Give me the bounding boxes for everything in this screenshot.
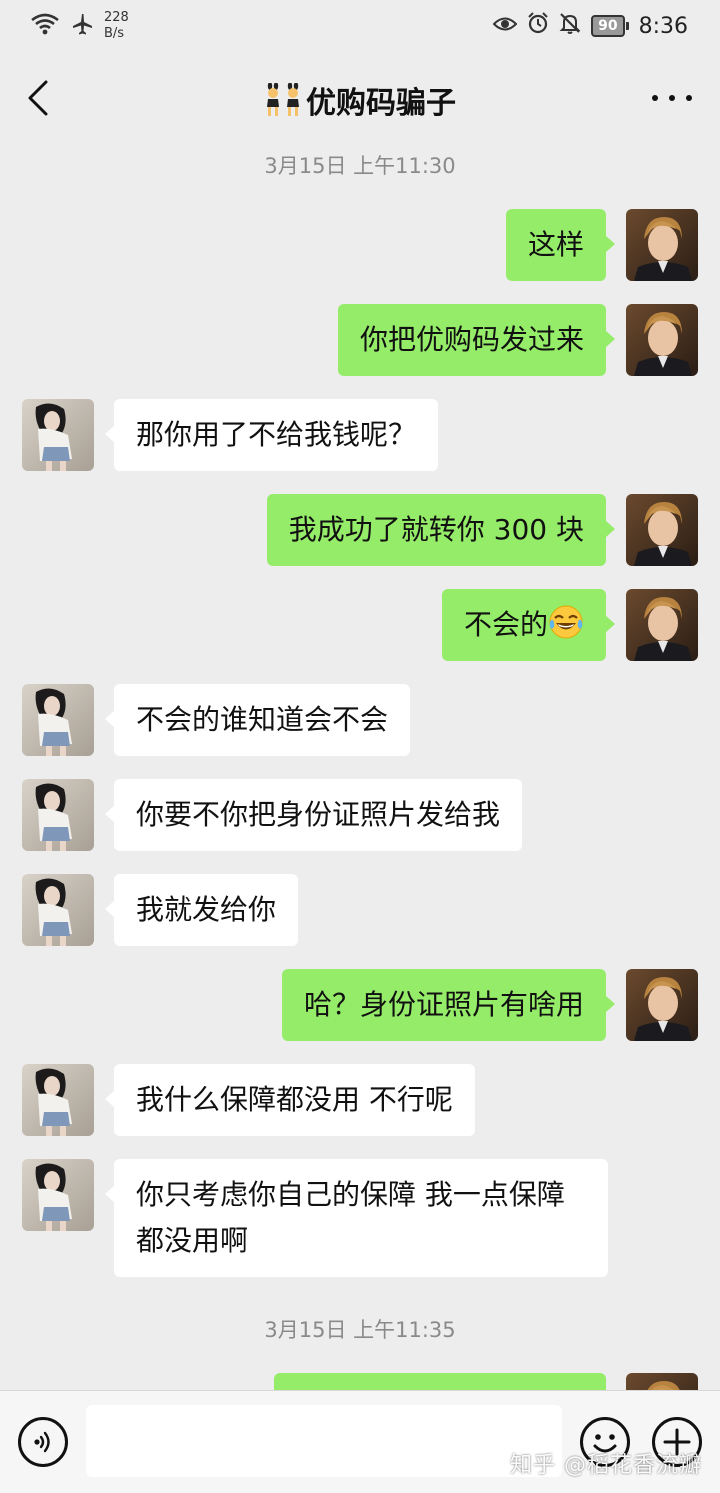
title-bar: 优购码骗子 [0,56,720,140]
my-message-bubble[interactable]: 我成功了就转你 300 块 [266,494,616,566]
contact-avatar[interactable] [22,684,94,756]
my-avatar[interactable] [626,1373,698,1390]
battery-icon: 90 [591,15,629,37]
message-text: 不会的 [463,608,548,641]
speed-value: 228 [104,10,129,25]
my-avatar[interactable] [626,589,698,661]
airplane-icon [70,12,94,40]
more-options-button[interactable] [652,86,692,110]
contact-message-bubble[interactable]: 你要不你把身份证照片发给我 [104,779,523,851]
contact-avatar[interactable] [22,399,94,471]
timestamp: 3月15日 上午11:30 [264,154,456,178]
chat-title-text: 优购码骗子 [306,86,456,121]
contact-avatar[interactable] [22,874,94,946]
status-left: 228 B/s [30,10,129,42]
tears-of-joy-emoji-icon [548,604,584,640]
contact-avatar[interactable] [22,779,94,851]
contact-message-bubble[interactable]: 那你用了不给我钱呢？ [104,399,439,471]
my-message-bubble[interactable]: 这样 [505,209,616,281]
my-message-bubble[interactable] [274,1373,606,1390]
eye-icon [492,14,518,39]
network-speed: 228 B/s [104,10,129,42]
contact-message-bubble[interactable]: 你只考虑你自己的保障 我一点保障都没用啊 [105,1159,608,1277]
dot-icon [686,95,692,101]
contact-message-bubble[interactable]: 我什么保障都没用 不行呢 [105,1064,475,1136]
my-avatar[interactable] [626,494,698,566]
voice-icon [34,1431,50,1453]
status-right: 90 8:36 [492,12,688,40]
chat-area[interactable]: 3月15日 上午11:30 这样 你把优购码发过来 那你用了不给我钱呢？ 我成功… [0,140,720,1390]
my-avatar[interactable] [626,969,698,1041]
message-input[interactable] [86,1405,562,1477]
my-message-bubble[interactable]: 你把优购码发过来 [337,304,616,376]
input-bar: 知乎 @稻花香流瓣 [0,1390,720,1493]
voice-button[interactable] [18,1417,68,1467]
my-message-bubble[interactable]: 哈？身份证照片有啥用 [281,969,616,1041]
timestamp: 3月15日 上午11:35 [264,1318,456,1342]
contact-message-bubble[interactable]: 我就发给你 [104,874,299,946]
my-avatar[interactable] [626,304,698,376]
dancers-emoji-icon [264,82,304,125]
status-bar: 228 B/s 90 8:36 [0,0,720,56]
speed-unit: B/s [104,26,125,41]
wifi-icon [30,12,60,40]
watermark: 知乎 @稻花香流瓣 [510,1453,702,1478]
contact-message-bubble[interactable]: 不会的谁知道会不会 [104,684,411,756]
mute-icon [559,12,581,40]
contact-avatar[interactable] [22,1064,94,1136]
my-message-bubble[interactable]: 不会的 [441,589,616,661]
alarm-icon [527,12,549,40]
contact-avatar[interactable] [22,1159,94,1231]
dot-icon [652,95,658,101]
battery-level: 90 [591,15,625,37]
dot-icon [669,95,675,101]
chat-title: 优购码骗子 [0,78,720,125]
my-avatar[interactable] [626,209,698,281]
clock: 8:36 [638,13,688,39]
